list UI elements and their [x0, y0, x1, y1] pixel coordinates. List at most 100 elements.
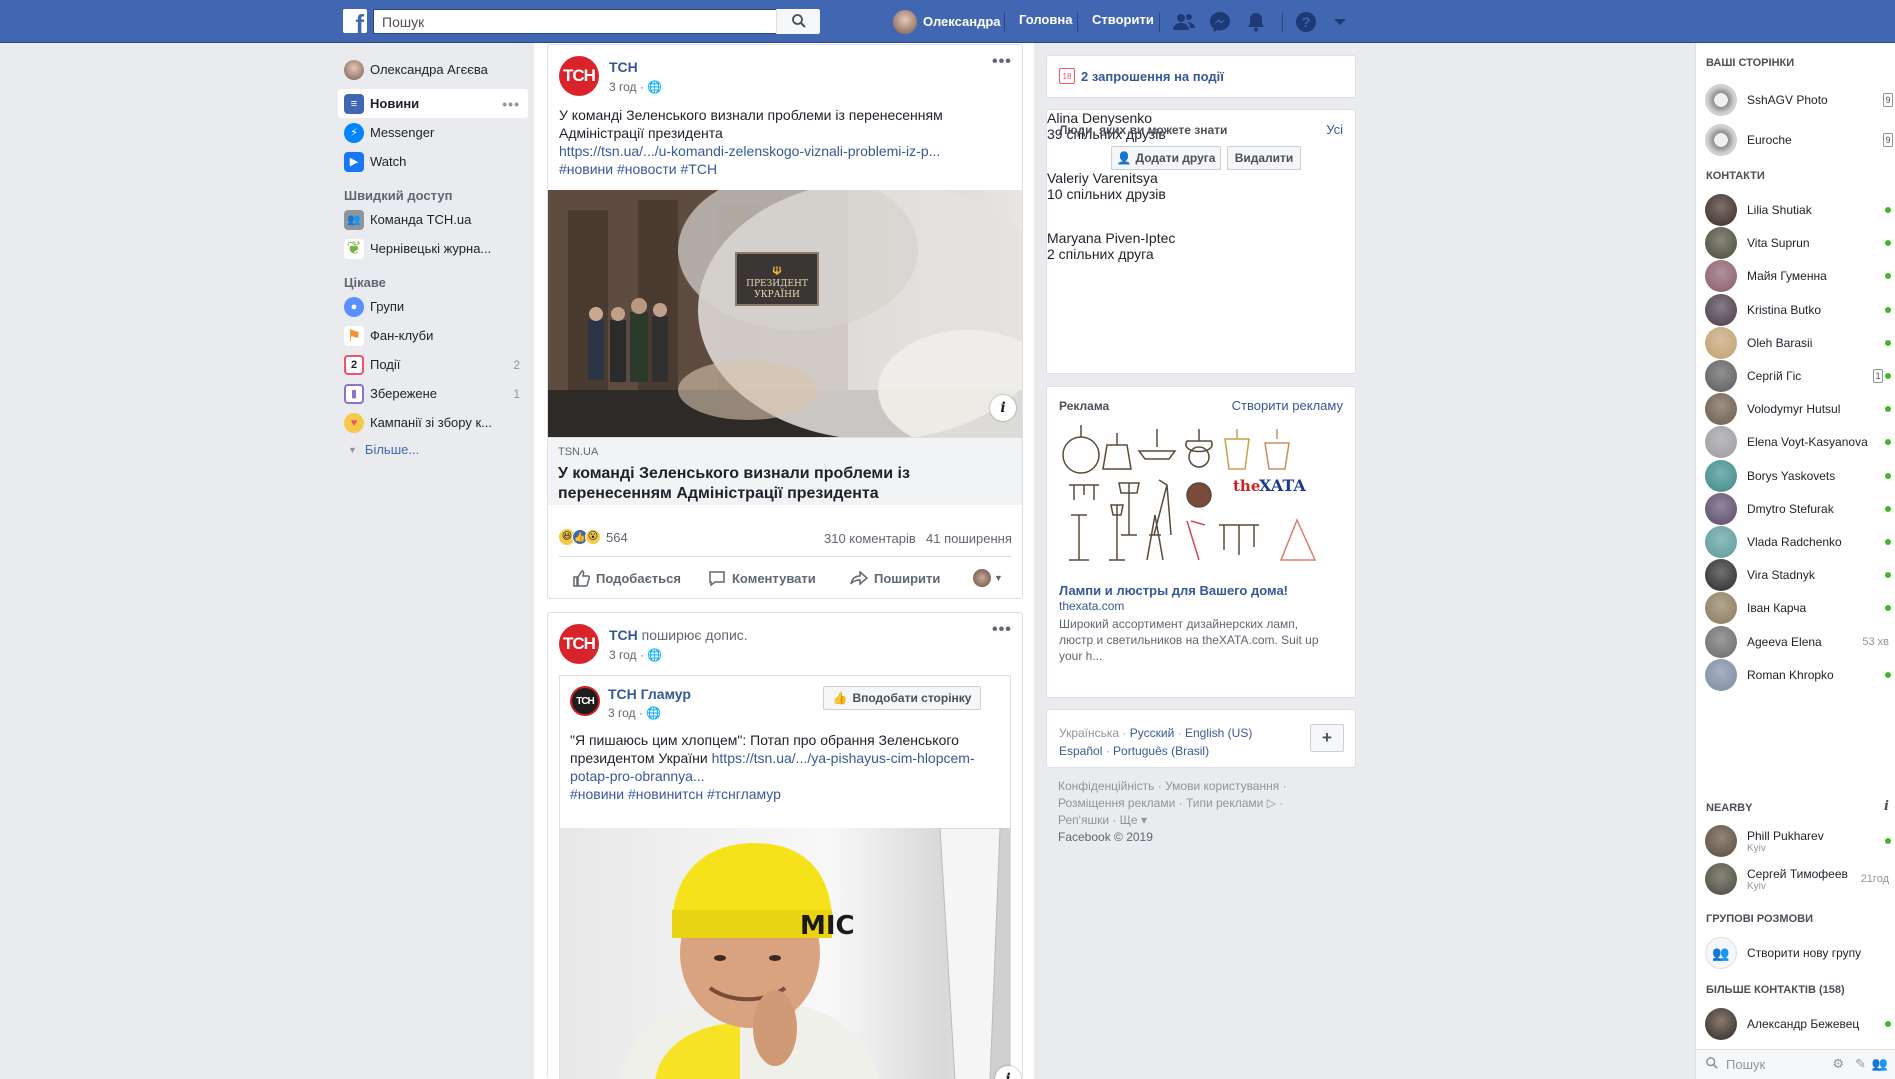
messenger-icon[interactable]	[1208, 10, 1232, 34]
footer-links[interactable]: Розміщення реклами · Типи реклами ▷ ·	[1058, 795, 1358, 812]
contact-item[interactable]: Сергій Гіс 1	[1705, 358, 1895, 394]
contact-item[interactable]: Borys Yaskovets	[1705, 458, 1895, 494]
like-button[interactable]: Подобається	[572, 569, 681, 587]
sidebar-item-events[interactable]: 2 Події 2	[338, 350, 528, 379]
contact-item[interactable]: Dmytro Stefurak	[1705, 491, 1895, 527]
language-link[interactable]: Español	[1059, 744, 1102, 758]
see-more-link[interactable]: ▼ Більше...	[338, 437, 528, 462]
ad-title[interactable]: Лампи и люстры для Вашего дома!	[1059, 583, 1288, 598]
post-options-icon[interactable]: •••	[992, 621, 1012, 639]
sidebar-item-pages[interactable]: ⚑ Фан-клуби	[338, 321, 528, 350]
page-avatar[interactable]: ТСН	[570, 686, 600, 716]
page-item[interactable]: Euroche 9	[1705, 122, 1895, 158]
footer-links[interactable]: Конфіденційність · Умови користування ·	[1058, 778, 1358, 795]
notifications-bell-icon[interactable]	[1244, 10, 1268, 34]
sidebar-item-fundraisers[interactable]: ♥ Кампанії зі збору к...	[338, 408, 528, 437]
info-icon[interactable]: i	[990, 395, 1016, 421]
post-timestamp[interactable]: 3 год · 🌐	[609, 80, 662, 94]
post-options-icon[interactable]: •••	[992, 53, 1012, 71]
create-new-group-button[interactable]: 👥 Створити нову групу	[1705, 935, 1895, 971]
share-button[interactable]: Поширити	[850, 569, 940, 587]
post-hashtags[interactable]: #новини #новости #ТСН	[559, 161, 717, 177]
contact-item[interactable]: Oleh Barasii	[1705, 325, 1895, 361]
link-preview[interactable]: TSN.UA У команді Зеленського визнали про…	[548, 437, 1022, 505]
pymk-name[interactable]: Valeriy Varenitsya	[1047, 170, 1355, 186]
remove-suggestion-button[interactable]: Видалити	[1227, 146, 1301, 170]
sidebar-item-watch[interactable]: ▶ Watch	[338, 147, 528, 176]
post-link[interactable]: potap-pro-obrannya...	[570, 768, 705, 784]
pymk-name[interactable]: Maryana Piven-Iptec	[1047, 230, 1355, 246]
contact-item[interactable]: Roman Khropko	[1705, 657, 1895, 693]
contact-item[interactable]: Сергей Тимофеев Kyiv 21год	[1705, 861, 1895, 897]
contact-item[interactable]: Lilia Shutiak	[1705, 192, 1895, 228]
page-item[interactable]: SshAGV Photo 9	[1705, 82, 1895, 118]
account-menu-chevron-icon[interactable]	[1328, 10, 1352, 34]
sidebar-item-groups[interactable]: ● Групи	[338, 292, 528, 321]
post-author[interactable]: ТСН	[609, 627, 638, 643]
home-link[interactable]: Головна	[1019, 12, 1072, 27]
sidebar-item-shortcut[interactable]: ❦ Чернівецькі журна...	[338, 234, 528, 263]
post-hashtags[interactable]: #новини #новинитсн #тснгламур	[570, 786, 781, 802]
sidebar-item-saved[interactable]: ▮ Збережене 1	[338, 379, 528, 408]
create-link[interactable]: Створити	[1092, 12, 1154, 27]
contact-item[interactable]: Elena Voyt-Kasyanova	[1705, 424, 1895, 460]
gear-icon[interactable]: ⚙	[1832, 1056, 1844, 1072]
more-languages-button[interactable]: +	[1310, 724, 1344, 752]
contact-item[interactable]: Ageeva Elena 53 хв	[1705, 624, 1895, 660]
comment-button[interactable]: Коментувати	[708, 569, 816, 587]
ad-image[interactable]: the XATA	[1059, 425, 1345, 565]
profile-link[interactable]: Олександра	[893, 9, 1001, 34]
contact-item[interactable]: Майя Гуменна	[1705, 258, 1895, 294]
sidebar-item-shortcut[interactable]: 👥 Команда TCH.ua	[338, 205, 528, 234]
contact-item[interactable]: Іван Карча	[1705, 590, 1895, 626]
contact-item[interactable]: Vira Stadnyk	[1705, 557, 1895, 593]
new-message-icon[interactable]: ✎	[1855, 1056, 1866, 1072]
event-invitations-link[interactable]: 2 запрошення на події	[1081, 69, 1224, 84]
sidebar-item-messenger[interactable]: ⚡ Messenger	[338, 118, 528, 147]
post-timestamp[interactable]: 3 год · 🌐	[608, 706, 661, 720]
reactions-summary[interactable]: 😆 👍 😮 564	[559, 529, 628, 545]
post-author[interactable]: ТСН	[609, 59, 638, 75]
comments-count[interactable]: 310 коментарів	[824, 531, 916, 546]
page-avatar[interactable]: ТСН	[559, 624, 599, 664]
post-link[interactable]: https://tsn.ua/.../u-komandi-zelenskogo-…	[559, 143, 940, 159]
events-card[interactable]: 18 2 запрошення на події	[1046, 55, 1356, 98]
post-photo[interactable]: 🔱 ПРЕЗИДЕНТ УКРАЇНИ i	[548, 190, 1022, 437]
see-all-link[interactable]: Усі	[1326, 122, 1343, 137]
search-button[interactable]	[776, 9, 820, 34]
contact-item[interactable]: Phill Pukharev Kyiv	[1705, 823, 1895, 859]
post-photo[interactable]: MIC	[560, 828, 1010, 1079]
sidebar-profile[interactable]: Олександра Агєєва	[338, 55, 528, 84]
info-icon[interactable]: i	[1884, 799, 1889, 814]
create-group-icon[interactable]: 👥	[1872, 1056, 1888, 1072]
ad-domain[interactable]: thexata.com	[1059, 599, 1124, 613]
more-options-icon[interactable]: •••	[502, 96, 520, 112]
language-link[interactable]: Русский	[1130, 726, 1175, 740]
mutual-friends-count[interactable]: 2 спільних друга	[1047, 246, 1355, 262]
chat-search-input[interactable]: Пошук	[1726, 1057, 1765, 1072]
contact-item[interactable]: Volodymyr Hutsul	[1705, 391, 1895, 427]
sidebar-item-news-feed[interactable]: ≡ Новини •••	[338, 89, 528, 118]
contact-item[interactable]: Kristina Butko	[1705, 292, 1895, 328]
friend-requests-icon[interactable]	[1172, 10, 1196, 34]
shares-count[interactable]: 41 поширення	[926, 531, 1012, 546]
mutual-friends-count[interactable]: 10 спільних друзів	[1047, 186, 1355, 202]
language-link[interactable]: Português (Brasil)	[1113, 744, 1209, 758]
add-friend-button[interactable]: 👤Додати друга	[1111, 146, 1221, 170]
like-page-button[interactable]: 👍 Вподобати сторінку	[823, 686, 981, 710]
post-timestamp[interactable]: 3 год · 🌐	[609, 648, 662, 662]
shared-post-author[interactable]: ТСН Гламур	[608, 686, 691, 702]
create-ad-link[interactable]: Створити рекламу	[1232, 398, 1343, 413]
chat-search-bar[interactable]: Пошук ⚙ ✎ 👥	[1696, 1049, 1895, 1079]
footer-links[interactable]: Реп'яшки · Ще ▾	[1058, 812, 1358, 829]
contact-item[interactable]: Vita Suprun	[1705, 225, 1895, 261]
reaction-audience-selector[interactable]: ▼	[973, 569, 1003, 587]
search-input[interactable]	[373, 9, 820, 34]
help-icon[interactable]: ?	[1294, 10, 1318, 34]
facebook-logo-icon[interactable]: f	[343, 9, 367, 33]
language-link[interactable]: English (US)	[1185, 726, 1252, 740]
post-link[interactable]: https://tsn.ua/.../ya-pishayus-cim-hlopc…	[712, 750, 975, 766]
contact-item[interactable]: Александр Бежевец	[1705, 1006, 1895, 1042]
page-avatar[interactable]: ТСН	[559, 56, 599, 96]
contact-item[interactable]: Vlada Radchenko	[1705, 524, 1895, 560]
